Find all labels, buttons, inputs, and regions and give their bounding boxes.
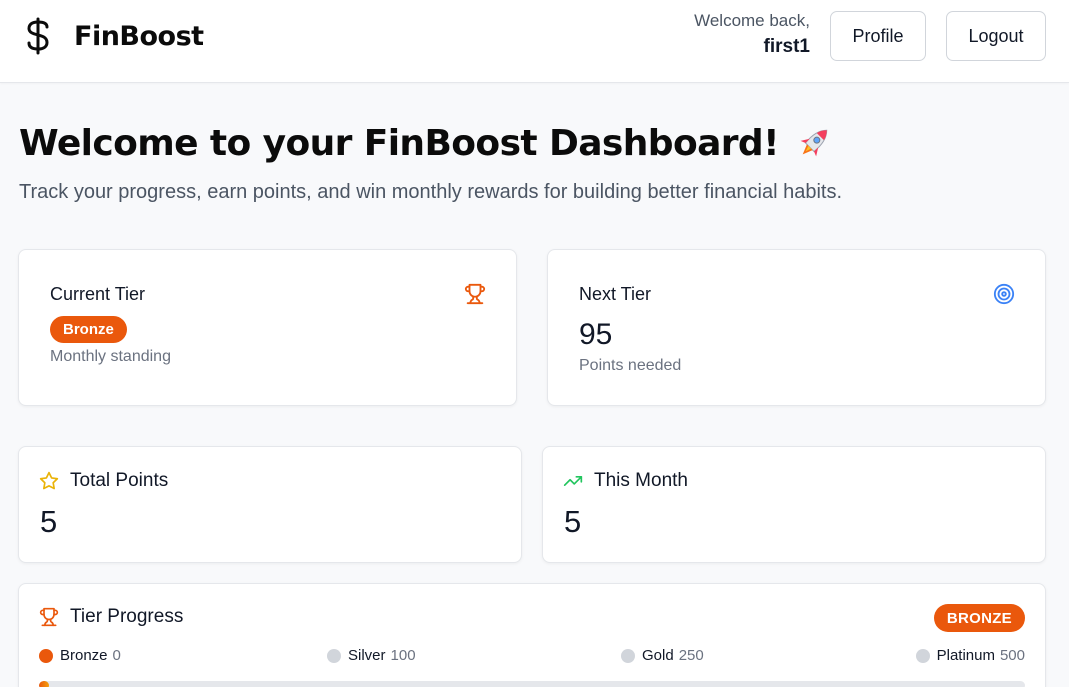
tier-name: Bronze	[60, 647, 108, 664]
tier-points: 0	[112, 647, 121, 664]
total-points-value: 5	[40, 504, 58, 539]
welcome-block: Welcome back, first1	[694, 10, 810, 62]
page-title: Welcome to your FinBoost Dashboard!	[19, 122, 835, 164]
points-needed-value: 95	[579, 318, 613, 351]
welcome-text: Welcome back,	[694, 11, 810, 30]
tier-progress-label: Tier Progress	[70, 606, 184, 627]
tier-progress-header: Tier Progress	[39, 606, 183, 628]
total-points-header: Total Points	[39, 470, 168, 492]
tier-progress-card: Tier Progress BRONZE Bronze 0 Silver 100…	[18, 583, 1046, 687]
dollar-sign-icon	[22, 16, 54, 56]
tier-item-gold: Gold 250	[621, 647, 704, 664]
target-icon	[993, 283, 1015, 305]
tier-points: 250	[678, 647, 704, 664]
profile-button[interactable]: Profile	[830, 11, 926, 61]
total-points-label: Total Points	[70, 470, 169, 491]
tier-name: Silver	[348, 647, 386, 664]
tier-points: 100	[390, 647, 416, 664]
next-tier-card: Next Tier 95 Points needed	[547, 249, 1046, 406]
page-subtitle: Track your progress, earn points, and wi…	[19, 181, 842, 203]
username: first1	[763, 36, 810, 57]
tier-progress-badge: BRONZE	[933, 604, 1025, 632]
star-icon	[39, 471, 59, 491]
tier-item-bronze: Bronze 0	[39, 647, 121, 664]
tier-name: Platinum	[936, 647, 995, 664]
this-month-card: This Month 5	[542, 446, 1046, 563]
brand-name: FinBoost	[74, 20, 204, 52]
tier-progress-fill	[39, 681, 49, 687]
this-month-header: This Month	[563, 470, 688, 492]
tier-item-silver: Silver 100	[327, 647, 416, 664]
tier-name: Gold	[642, 647, 674, 664]
this-month-label: This Month	[594, 470, 688, 491]
current-tier-label: Current Tier	[50, 284, 146, 304]
this-month-value: 5	[564, 504, 582, 539]
trophy-icon	[464, 283, 486, 305]
current-tier-badge: Bronze	[50, 316, 127, 343]
top-header: FinBoost Welcome back, first1 Profile Lo…	[0, 0, 1069, 83]
page-title-text: Welcome to your FinBoost Dashboard!	[19, 122, 780, 164]
tier-progress-bar	[39, 681, 1025, 687]
tier-dot	[621, 648, 635, 663]
tier-dot	[327, 648, 341, 663]
trending-up-icon	[563, 471, 583, 491]
tier-points: 500	[999, 647, 1025, 664]
next-tier-label: Next Tier	[579, 284, 652, 304]
tier-dot	[915, 648, 930, 663]
rocket-icon	[793, 122, 835, 164]
tier-dot	[39, 648, 53, 663]
tier-list: Bronze 0 Silver 100 Gold 250 Platinum 50…	[39, 647, 1025, 667]
logout-button[interactable]: Logout	[946, 11, 1046, 61]
total-points-card: Total Points 5	[18, 446, 522, 563]
tier-item-platinum: Platinum 500	[915, 647, 1025, 664]
trophy-icon	[39, 607, 59, 627]
current-tier-sub: Monthly standing	[50, 348, 171, 365]
current-tier-card: Current Tier Bronze Monthly standing	[18, 249, 517, 406]
points-needed-label: Points needed	[579, 357, 682, 374]
brand[interactable]: FinBoost	[22, 16, 204, 56]
